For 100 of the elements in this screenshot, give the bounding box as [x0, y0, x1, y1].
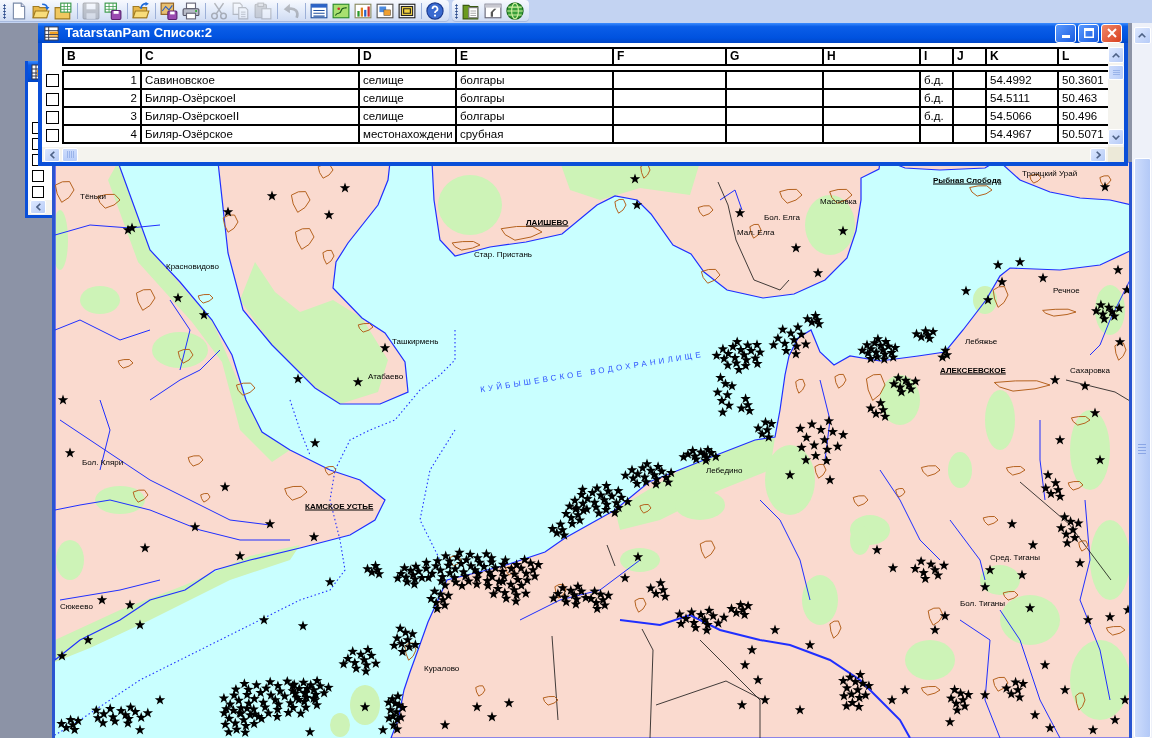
column-header[interactable]: D — [360, 49, 457, 66]
row-checkbox[interactable] — [32, 122, 38, 134]
scroll-down-button[interactable] — [1108, 129, 1124, 145]
toolbar-handle[interactable] — [455, 3, 458, 19]
place-label: Сюкеево — [60, 601, 93, 611]
column-header[interactable]: I — [921, 49, 954, 66]
table-cell: б.д. — [921, 72, 954, 90]
scrollbar-corner — [1108, 147, 1124, 162]
chevron-left-icon — [49, 150, 55, 159]
empty-cell — [954, 126, 987, 144]
table-cell: 3 — [64, 108, 142, 126]
row-checkbox[interactable] — [32, 186, 44, 198]
scroll-right-button[interactable] — [1090, 147, 1106, 162]
table-window-icon[interactable] — [310, 2, 328, 20]
row-checkbox[interactable] — [46, 73, 59, 87]
column-header[interactable]: J — [954, 49, 987, 66]
close-button[interactable] — [1101, 23, 1122, 43]
table-folder-icon[interactable] — [54, 2, 72, 20]
chevron-right-icon — [1095, 150, 1101, 159]
table-cell: б.д. — [921, 108, 954, 126]
place-label: Бол. Кляри — [82, 457, 124, 467]
empty-cell — [954, 108, 987, 126]
place-label: Куралово — [424, 663, 460, 673]
place-label: Стар. Пристань — [474, 249, 532, 259]
row-checkbox[interactable] — [46, 110, 59, 124]
maximize-button[interactable] — [1078, 23, 1099, 43]
column-header[interactable]: G — [727, 49, 824, 66]
globe-icon[interactable] — [506, 2, 524, 20]
row-checkbox[interactable] — [46, 92, 59, 106]
place-label: Бол. Тиганы — [960, 598, 1005, 608]
table-cell: болгары — [457, 72, 614, 90]
table-cell: селище — [360, 108, 457, 126]
chevron-down-icon — [1112, 134, 1120, 140]
bar-chart-icon[interactable] — [354, 2, 372, 20]
open-folder-icon[interactable] — [32, 2, 50, 20]
table-cell: 4 — [64, 126, 142, 144]
window-wrench-icon[interactable] — [484, 2, 502, 20]
new-document-icon[interactable] — [10, 2, 28, 20]
row-checkbox[interactable] — [32, 154, 38, 166]
row-checkbox[interactable] — [32, 170, 44, 182]
chevron-up-icon — [1112, 52, 1120, 58]
table-cell: 2 — [64, 90, 142, 108]
place-label: Речное — [1053, 285, 1080, 295]
scroll-up-button[interactable] — [1133, 27, 1151, 44]
scroll-left-button[interactable] — [44, 147, 60, 162]
horizontal-scrollbar[interactable] — [42, 147, 1108, 162]
place-label: Мал. Елга — [737, 227, 775, 237]
table-cell: селище — [360, 90, 457, 108]
column-header[interactable]: B — [64, 49, 142, 66]
table-cell: Биляр-ОзёрскоеII — [142, 108, 360, 126]
scrollbar-thumb[interactable] — [1133, 158, 1151, 738]
print-icon[interactable] — [182, 2, 200, 20]
scrollbar-thumb[interactable] — [1108, 65, 1124, 80]
place-label: АЛЕКСЕЕВСКОЕ — [940, 365, 1006, 375]
place-label: Троицкий Урай — [1022, 168, 1078, 178]
place-label: Сахаровка — [1070, 365, 1110, 375]
table-floppy-icon[interactable] — [104, 2, 122, 20]
place-label: КАМСКОЕ УСТЬЕ — [305, 501, 374, 511]
folder-arrow-icon[interactable] — [132, 2, 150, 20]
layout-window-icon[interactable] — [376, 2, 394, 20]
map-window-icon[interactable] — [332, 2, 350, 20]
column-header[interactable]: C — [142, 49, 360, 66]
table-cell: 54.5111 — [987, 90, 1059, 108]
table-cell: болгары — [457, 90, 614, 108]
place-label: Атабаево — [368, 371, 404, 381]
row-checkbox[interactable] — [32, 138, 38, 150]
minimize-button[interactable] — [1055, 23, 1076, 43]
scroll-up-button[interactable] — [1108, 47, 1124, 63]
table-cell: болгары — [457, 108, 614, 126]
scroll-left-button[interactable] — [30, 200, 46, 214]
close-icon — [1106, 28, 1117, 38]
column-header[interactable]: E — [457, 49, 614, 66]
maximize-icon — [1083, 28, 1094, 38]
chevron-up-icon — [1138, 33, 1146, 38]
column-header[interactable]: K — [987, 49, 1059, 66]
scrollbar-thumb[interactable] — [62, 147, 78, 162]
table-cell: Биляр-Озёрское — [142, 126, 360, 144]
place-label: Сред. Тиганы — [990, 552, 1040, 562]
row-checkbox[interactable] — [46, 128, 59, 142]
folder-page-icon[interactable] — [462, 2, 480, 20]
toolbar-handle[interactable] — [3, 3, 6, 19]
chevron-left-icon — [35, 203, 41, 211]
window-title: TatarstanPam Список:2 — [65, 25, 213, 41]
help-icon[interactable] — [426, 2, 444, 20]
map-floppy-icon[interactable] — [160, 2, 178, 20]
vertical-scrollbar[interactable] — [1108, 43, 1124, 147]
column-header[interactable]: H — [824, 49, 921, 66]
vertical-scrollbar[interactable] — [1132, 23, 1152, 738]
table-cell: срубная — [457, 126, 614, 144]
table-cell: местонахождени — [360, 126, 457, 144]
table-cell: 54.4967 — [987, 126, 1059, 144]
place-label: Лебяжье — [965, 336, 998, 346]
place-label: Тёньки — [80, 191, 106, 201]
place-label: ЛАИШЕВО — [526, 217, 569, 227]
minimize-icon — [1061, 35, 1070, 38]
place-label: Лебедино — [706, 465, 743, 475]
empty-cell — [921, 126, 954, 144]
column-header[interactable]: F — [614, 49, 727, 66]
place-label: Красновидово — [166, 261, 219, 271]
frames-icon[interactable] — [398, 2, 416, 20]
